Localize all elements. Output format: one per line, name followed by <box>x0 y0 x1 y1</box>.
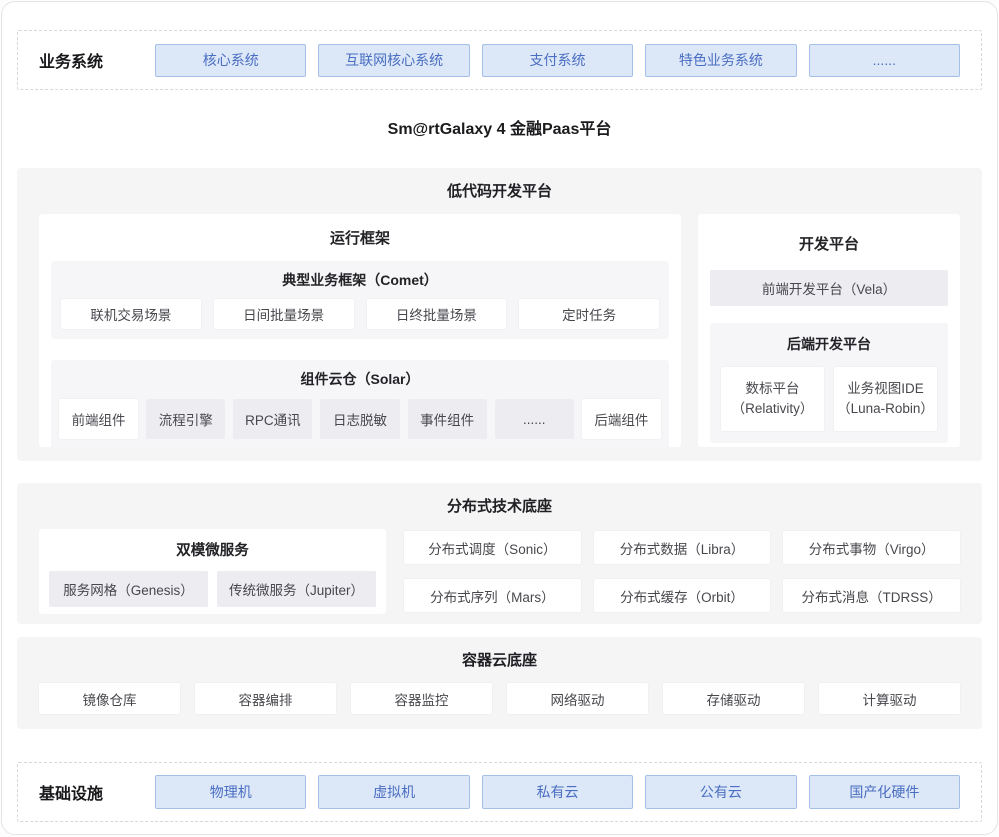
solar-items: 前端组件 流程引擎 RPC通讯 日志脱敏 事件组件 ...... 后端组件 <box>59 399 661 439</box>
container-item-compute-driver: 计算驱动 <box>819 683 960 714</box>
solar-group: 组件云仓（Solar） 前端组件 流程引擎 RPC通讯 日志脱敏 事件组件 ..… <box>51 360 669 449</box>
container-item-orchestration: 容器编排 <box>195 683 336 714</box>
runtime-framework-title: 运行框架 <box>51 229 669 249</box>
container-item-monitoring: 容器监控 <box>351 683 492 714</box>
frontend-dev-platform-chip: 前端开发平台（Vela） <box>710 270 948 306</box>
solar-item-process-engine: 流程引擎 <box>146 399 225 439</box>
dual-mode-item-jupiter: 传统微服务（Jupiter） <box>217 571 376 607</box>
comet-items: 联机交易场景 日间批量场景 日终批量场景 定时任务 <box>61 299 659 329</box>
backend-item-relativity: 数标平台 （Relativity） <box>721 367 824 431</box>
dual-mode-items: 服务网格（Genesis） 传统微服务（Jupiter） <box>49 571 376 607</box>
comet-item-timed-task: 定时任务 <box>519 299 659 329</box>
business-system-box-core: 核心系统 <box>155 44 306 77</box>
distributed-item-orbit: 分布式缓存（Orbit） <box>594 579 771 612</box>
comet-item-eod-batch: 日终批量场景 <box>367 299 507 329</box>
solar-item-event-component: 事件组件 <box>408 399 487 439</box>
dual-mode-microservices-panel: 双模微服务 服务网格（Genesis） 传统微服务（Jupiter） <box>39 529 386 614</box>
distributed-item-sonic: 分布式调度（Sonic） <box>404 531 581 564</box>
infrastructure-box-private-cloud: 私有云 <box>482 775 633 809</box>
backend-item-relativity-line1: 数标平台 <box>746 379 800 399</box>
backend-item-luna-robin-line2: （Luna-Robin） <box>837 399 934 419</box>
lowcode-body: 运行框架 典型业务框架（Comet） 联机交易场景 日间批量场景 日终批量场景 … <box>39 214 960 447</box>
business-systems-row: 业务系统 核心系统 互联网核心系统 支付系统 特色业务系统 ...... <box>17 30 982 90</box>
distributed-item-tdrss: 分布式消息（TDRSS） <box>783 579 960 612</box>
solar-title: 组件云仓（Solar） <box>59 369 661 389</box>
business-system-box-more: ...... <box>809 44 960 77</box>
comet-title: 典型业务框架（Comet） <box>61 270 659 290</box>
backend-item-relativity-line2: （Relativity） <box>732 399 814 419</box>
infrastructure-box-public-cloud: 公有云 <box>645 775 796 809</box>
backend-dev-platform-items: 数标平台 （Relativity） 业务视图IDE （Luna-Robin） <box>721 367 937 431</box>
infrastructure-box-vm: 虚拟机 <box>318 775 469 809</box>
infrastructure-label: 基础设施 <box>39 780 143 804</box>
infrastructure-row: 基础设施 物理机 虚拟机 私有云 公有云 国产化硬件 <box>17 762 982 822</box>
solar-item-frontend-component: 前端组件 <box>59 399 138 439</box>
dual-mode-item-genesis: 服务网格（Genesis） <box>49 571 208 607</box>
business-system-box-internet-core: 互联网核心系统 <box>318 44 469 77</box>
comet-item-day-batch: 日间批量场景 <box>214 299 354 329</box>
backend-item-luna-robin: 业务视图IDE （Luna-Robin） <box>834 367 937 431</box>
dev-platform-panel: 开发平台 前端开发平台（Vela） 后端开发平台 数标平台 （Relativit… <box>698 214 960 447</box>
distributed-body: 双模微服务 服务网格（Genesis） 传统微服务（Jupiter） 分布式调度… <box>39 529 960 614</box>
distributed-services-grid: 分布式调度（Sonic） 分布式数据（Libra） 分布式事物（Virgo） 分… <box>404 531 960 614</box>
lowcode-title: 低代码开发平台 <box>39 181 960 202</box>
lowcode-section: 低代码开发平台 运行框架 典型业务框架（Comet） 联机交易场景 日间批量场景… <box>17 168 982 461</box>
container-base-section: 容器云底座 镜像仓库 容器编排 容器监控 网络驱动 存储驱动 计算驱动 <box>17 637 982 729</box>
backend-item-luna-robin-line1: 业务视图IDE <box>847 379 924 399</box>
runtime-framework-panel: 运行框架 典型业务框架（Comet） 联机交易场景 日间批量场景 日终批量场景 … <box>39 214 681 447</box>
distributed-item-virgo: 分布式事物（Virgo） <box>783 531 960 564</box>
infrastructure-box-physical: 物理机 <box>155 775 306 809</box>
container-base-title: 容器云底座 <box>39 650 960 671</box>
distributed-base-title: 分布式技术底座 <box>39 496 960 517</box>
architecture-diagram: 业务系统 核心系统 互联网核心系统 支付系统 特色业务系统 ...... Sm@… <box>1 1 998 835</box>
container-item-network-driver: 网络驱动 <box>507 683 648 714</box>
platform-title: Sm@rtGalaxy 4 金融Paas平台 <box>2 119 997 141</box>
solar-item-more: ...... <box>495 399 574 439</box>
solar-item-rpc: RPC通讯 <box>233 399 312 439</box>
comet-item-online-trade: 联机交易场景 <box>61 299 201 329</box>
business-system-box-payment: 支付系统 <box>482 44 633 77</box>
backend-dev-platform-group: 后端开发平台 数标平台 （Relativity） 业务视图IDE （Luna-R… <box>710 323 948 443</box>
backend-dev-platform-title: 后端开发平台 <box>721 334 937 354</box>
distributed-item-libra: 分布式数据（Libra） <box>594 531 771 564</box>
distributed-base-section: 分布式技术底座 双模微服务 服务网格（Genesis） 传统微服务（Jupite… <box>17 483 982 624</box>
container-item-image-repo: 镜像仓库 <box>39 683 180 714</box>
container-base-items: 镜像仓库 容器编排 容器监控 网络驱动 存储驱动 计算驱动 <box>39 683 960 714</box>
solar-item-backend-component: 后端组件 <box>582 399 661 439</box>
dual-mode-microservices-title: 双模微服务 <box>49 541 376 561</box>
infrastructure-box-domestic-hw: 国产化硬件 <box>809 775 960 809</box>
dev-platform-title: 开发平台 <box>710 235 948 255</box>
business-systems-label: 业务系统 <box>39 48 143 72</box>
distributed-item-mars: 分布式序列（Mars） <box>404 579 581 612</box>
comet-group: 典型业务框架（Comet） 联机交易场景 日间批量场景 日终批量场景 定时任务 <box>51 261 669 339</box>
container-item-storage-driver: 存储驱动 <box>663 683 804 714</box>
solar-item-log-masking: 日志脱敏 <box>320 399 399 439</box>
business-system-box-special: 特色业务系统 <box>645 44 796 77</box>
